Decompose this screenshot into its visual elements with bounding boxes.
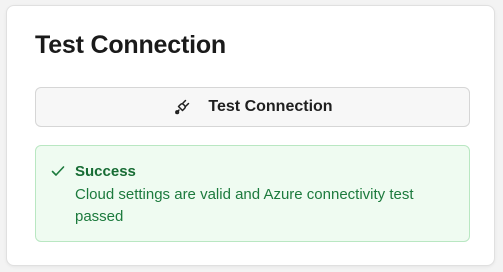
test-connection-button-label: Test Connection <box>208 98 333 115</box>
test-connection-button[interactable]: Test Connection <box>35 87 470 127</box>
checkmark-icon <box>50 163 66 179</box>
alert-message: Cloud settings are valid and Azure conne… <box>75 186 414 225</box>
card-title: Test Connection <box>35 31 226 59</box>
plug-icon <box>172 97 192 117</box>
success-alert: Success Cloud settings are valid and Azu… <box>35 145 470 242</box>
alert-title: Success <box>75 163 136 180</box>
test-connection-card: Test Connection Test Connection Success … <box>6 5 495 266</box>
